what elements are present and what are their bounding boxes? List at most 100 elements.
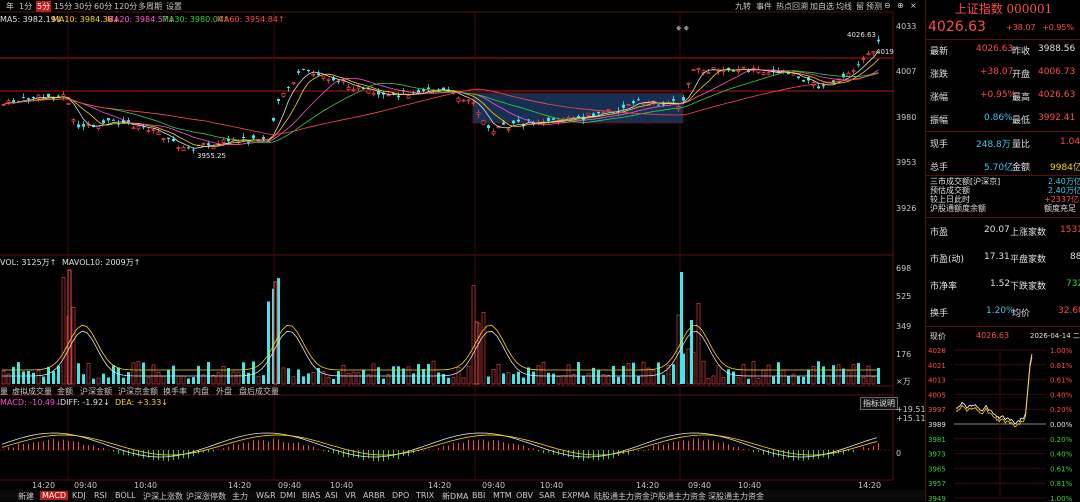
- subtab-virtual-vol[interactable]: 虚拟成交量: [12, 386, 52, 397]
- period-120min[interactable]: 120分: [114, 1, 137, 12]
- quote-value: 4006.73: [1038, 67, 1076, 77]
- period-30min[interactable]: 30分: [74, 1, 92, 12]
- quote-value: 3992.41: [1038, 113, 1076, 123]
- tab-mtm[interactable]: MTM: [493, 491, 512, 500]
- tab-bias[interactable]: BIAS: [302, 491, 320, 500]
- tool-keep[interactable]: 留: [856, 1, 864, 12]
- macd-histogram: [1, 432, 879, 462]
- volume-bar: [797, 376, 800, 384]
- tool-forecast[interactable]: 预测: [866, 1, 882, 12]
- subtab-sh-sz-bj-amount[interactable]: 沪深京金额: [118, 386, 158, 397]
- subtab-sh-sz-amount[interactable]: 沪深金额: [80, 386, 112, 397]
- tab-asi[interactable]: ASI: [325, 491, 338, 500]
- tab-wr[interactable]: W&R: [256, 491, 276, 500]
- subtab-inner[interactable]: 内盘: [193, 386, 209, 397]
- diamond-icon[interactable]: ◆ ◆: [676, 24, 689, 32]
- tab-arbr[interactable]: ARBR: [363, 491, 385, 500]
- candle-body: [146, 130, 151, 132]
- volume-bar: [262, 375, 265, 384]
- volume-bar: [747, 378, 750, 384]
- subtab-outer[interactable]: 外盘: [216, 386, 232, 397]
- tab-up-count[interactable]: 沪深上涨数: [143, 491, 183, 502]
- tab-obv[interactable]: OBV: [516, 491, 533, 500]
- volume-bar: [566, 364, 571, 385]
- quote-label: 振幅: [930, 116, 949, 126]
- volume-bar: [371, 363, 376, 385]
- tool-jiuzhuan[interactable]: 九转: [735, 1, 751, 12]
- volume-bar: [846, 370, 851, 385]
- volume-bar: [192, 377, 195, 384]
- tab-new[interactable]: 新建: [18, 491, 34, 502]
- volume-bar: [71, 307, 76, 385]
- volume-bar: [247, 372, 250, 384]
- tab-kdj[interactable]: KDJ: [72, 491, 86, 500]
- subtab-vol[interactable]: 量: [0, 386, 8, 397]
- candle-body: [597, 111, 600, 114]
- zoom-in-icon[interactable]: ⊕: [897, 1, 904, 10]
- tab-vr[interactable]: VR: [345, 491, 356, 500]
- tab-hgt-flow[interactable]: 沪股通主力资金: [650, 491, 706, 502]
- stat-value: 32.60: [1058, 306, 1080, 316]
- candle-body: [851, 70, 856, 72]
- tool-ma[interactable]: 均线: [836, 1, 852, 12]
- indicator-help-button[interactable]: 指标说明: [860, 397, 898, 410]
- volume-bar: [506, 372, 511, 385]
- volume-bar: [117, 367, 120, 384]
- close-icon[interactable]: ×: [910, 1, 917, 10]
- volume-bar: [832, 365, 835, 384]
- volume-bar: [287, 368, 290, 384]
- candle-body: [252, 135, 255, 139]
- tab-sgt-flow[interactable]: 深股通主力资金: [708, 491, 764, 502]
- quote-row: 涨跌 +38.07 开盘 4006.73: [930, 67, 1080, 81]
- volume-bar: [356, 372, 361, 385]
- candle-body: [172, 138, 175, 142]
- candle-body: [756, 69, 761, 73]
- mini-price-label: 现价: [930, 332, 946, 341]
- volume-bar: [641, 361, 646, 385]
- tab-lgt-flow[interactable]: 陆股通主力资金: [594, 491, 650, 502]
- tab-dmi[interactable]: DMI: [280, 491, 295, 500]
- period-60min[interactable]: 60分: [94, 1, 112, 12]
- candle-body: [131, 127, 136, 130]
- tab-macd[interactable]: MACD: [40, 491, 68, 500]
- tool-add-favorite[interactable]: 加自选: [810, 1, 834, 12]
- volume-bar: [826, 375, 831, 385]
- candle-body: [176, 147, 181, 149]
- subtab-after-hours[interactable]: 盘后成交量: [239, 386, 279, 397]
- candle-body: [27, 98, 30, 100]
- tab-sar[interactable]: SAR: [539, 491, 555, 500]
- tab-limit-up[interactable]: 沪深涨停数: [186, 491, 226, 502]
- subtab-turnover[interactable]: 换手率: [163, 386, 187, 397]
- zoom-out-icon[interactable]: ⊖: [884, 1, 891, 10]
- change-value: +38.07: [1006, 23, 1036, 32]
- period-5min[interactable]: 5分: [36, 1, 52, 12]
- intraday-mini-chart[interactable]: 4028 1.00% 4021 0.81% 4013 0.61% 4005 0.40% 3997…: [926, 342, 1080, 501]
- period-15min[interactable]: 15分: [54, 1, 72, 12]
- period-year[interactable]: 年: [6, 1, 14, 12]
- subtab-amount[interactable]: 金额: [57, 386, 73, 397]
- volume-bar: [22, 371, 25, 384]
- volume-bar: [556, 376, 561, 385]
- period-1min[interactable]: 1分: [19, 1, 32, 12]
- tab-bbi[interactable]: BBI: [472, 491, 485, 500]
- quote-value: 248.8万: [976, 140, 1011, 150]
- tool-hot-review[interactable]: 热点回溯: [776, 1, 808, 12]
- tool-events[interactable]: 事件: [756, 1, 772, 12]
- volume-bar: [532, 371, 535, 384]
- tab-trix[interactable]: TRIX: [416, 491, 434, 500]
- tab-dpo[interactable]: DPO: [392, 491, 409, 500]
- volume-bar: [461, 377, 466, 385]
- tab-rsi[interactable]: RSI: [94, 491, 107, 500]
- stat-label: 市盈: [930, 228, 949, 238]
- settings-button[interactable]: 设置: [166, 1, 182, 12]
- period-multi[interactable]: 多周期: [138, 1, 162, 12]
- volume-bar: [851, 364, 856, 385]
- kline-chart[interactable]: [0, 0, 925, 501]
- volume-bar: [82, 374, 85, 384]
- volume-bar: [1, 370, 6, 385]
- tab-new-dma[interactable]: 新DMA: [442, 491, 469, 502]
- tab-expma[interactable]: EXPMA: [562, 491, 590, 500]
- tab-main-force[interactable]: 主力: [232, 491, 248, 502]
- macd-axis-label: +15.11: [896, 414, 926, 423]
- tab-boll[interactable]: BOLL: [115, 491, 136, 500]
